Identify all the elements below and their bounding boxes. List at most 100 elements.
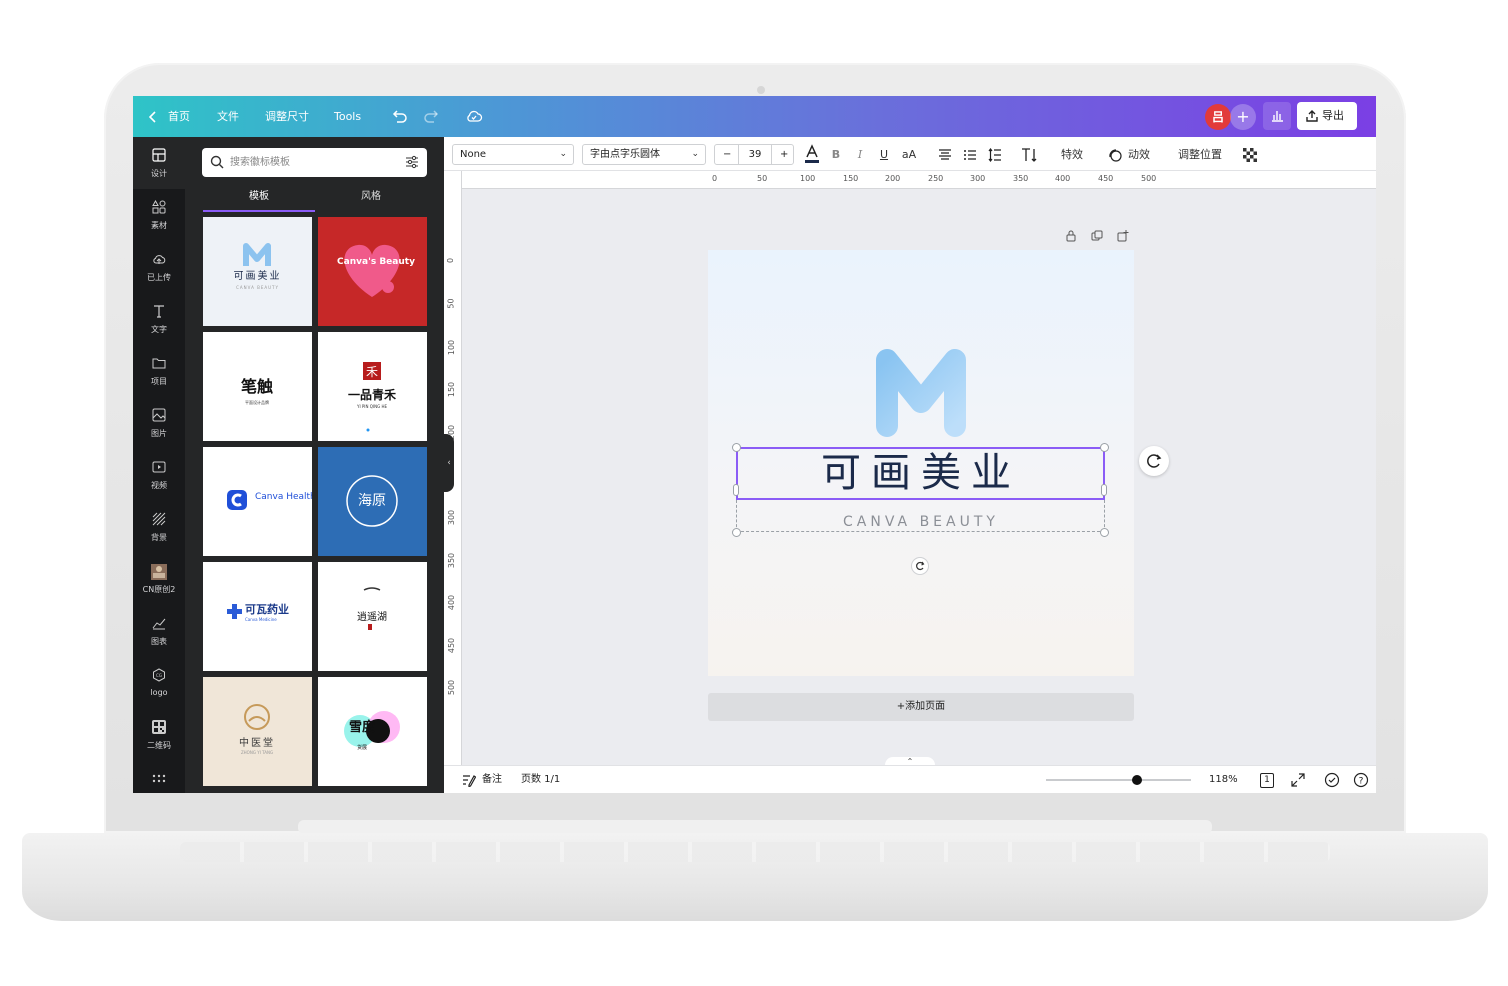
resize-handle[interactable] [732,443,741,452]
video-icon [152,461,166,473]
text-direction-button[interactable] [1020,144,1038,165]
align-button[interactable] [937,144,953,165]
resize-handle[interactable] [732,528,741,537]
italic-button[interactable]: I [854,144,866,165]
magic-refresh-button[interactable] [1139,446,1169,476]
cloud-save-icon[interactable] [465,107,483,125]
help-icon[interactable]: ? [1353,772,1369,788]
ruler-tick: 50 [757,174,768,183]
duplicate-page-icon[interactable] [1091,230,1103,242]
m-logo-icon[interactable] [873,346,969,438]
zoom-slider-knob[interactable] [1132,775,1142,785]
notes-button[interactable]: 备注 [482,766,502,793]
rail-item-background[interactable]: 背景 [133,501,185,553]
undo-icon[interactable] [390,107,408,125]
template-stamp: 禾 [366,365,378,379]
ruler-tick: 0 [446,257,456,264]
template-title: Canva Health [255,492,312,502]
text-selection-box[interactable] [736,447,1105,500]
ruler-tick: 500 [447,679,457,696]
font-size-stepper[interactable]: − 39 + [714,144,794,165]
collapse-panel-button[interactable]: ‹ [444,434,454,492]
zoom-level[interactable]: 118% [1209,766,1238,793]
tools-menu[interactable]: Tools [334,96,361,137]
template-title: 逍遥湖 [357,610,387,623]
file-menu[interactable]: 文件 [217,96,239,137]
insights-button[interactable] [1263,102,1291,130]
page-grid-button[interactable]: 1 [1260,773,1274,788]
zoom-slider[interactable] [1046,779,1191,781]
resize-handle[interactable] [1100,443,1109,452]
bold-button[interactable]: B [830,144,842,165]
top-bar: 首页 文件 调整尺寸 Tools 吕 + 导出 [133,96,1376,137]
rail-label: 二维码 [147,741,171,750]
template-thumb-yipinqinghe[interactable]: 禾 一品青禾 YI PIN QING HE [318,332,427,441]
transparency-button[interactable] [1242,144,1258,165]
position-button[interactable]: 调整位置 [1178,144,1222,165]
template-thumb-canva-beauty[interactable]: 可画美业 CANVA BEAUTY [203,217,312,326]
rail-item-videos[interactable]: 视频 [133,449,185,501]
rail-item-cn-original[interactable]: CN原创2 [133,553,185,605]
home-link[interactable]: 首页 [168,96,190,137]
effects-button[interactable]: 特效 [1060,144,1084,165]
rotate-handle[interactable] [911,557,929,575]
font-size-value[interactable]: 39 [739,145,771,164]
filter-icon[interactable] [405,155,419,169]
tab-styles[interactable]: 风格 [315,186,427,212]
rail-label: 图表 [151,637,167,646]
resize-handle[interactable] [733,484,739,496]
resize-menu[interactable]: 调整尺寸 [265,96,309,137]
rail-item-uploads[interactable]: 已上传 [133,241,185,293]
text-color-button[interactable] [804,144,820,165]
rail-item-design[interactable]: 设计 [133,137,185,189]
spacing-button[interactable] [987,144,1003,165]
template-thumb-canva-health[interactable]: Canva Health [203,447,312,556]
check-circle-icon[interactable] [1324,772,1340,788]
rail-item-photos[interactable]: 图片 [133,397,185,449]
resize-handle[interactable] [1100,528,1109,537]
horizontal-ruler[interactable]: 0 50 100 150 200 250 300 350 400 450 500 [462,171,1376,189]
rail-item-more-apps[interactable] [133,763,185,793]
transparency-icon [1243,148,1257,162]
app-screen: 首页 文件 调整尺寸 Tools 吕 + 导出 设计 素材 已上传 文字 项目 … [133,96,1376,793]
letter-case-button[interactable]: aA [900,144,918,165]
template-thumb-canvas-beauty-heart[interactable]: Canva's Beauty [318,217,427,326]
template-thumb-canva-medicine[interactable]: 可瓦药业 Canva Medicine [203,562,312,671]
rail-item-text[interactable]: 文字 [133,293,185,345]
font-family-select[interactable]: 字由点字乐圆体 ⌄ [582,144,706,165]
laptop-keyboard [180,842,1330,862]
rail-item-qrcode[interactable]: 二维码 [133,709,185,761]
fullscreen-icon[interactable] [1291,773,1305,787]
rail-item-elements[interactable]: 素材 [133,189,185,241]
template-subtitle: Canva Medicine [245,617,277,622]
user-avatar[interactable]: 吕 [1205,104,1231,130]
font-size-increase[interactable]: + [780,145,788,164]
rail-item-charts[interactable]: 图表 [133,605,185,657]
template-thumb-xiaoyaohu[interactable]: 逍遥湖 [318,562,427,671]
export-button[interactable]: 导出 [1297,102,1357,130]
style-select[interactable]: None ⌄ [452,144,574,165]
template-thumb-xuedu[interactable]: 雪度 货展 [318,677,427,786]
template-subtitle: ZHONG YI TANG [241,750,273,755]
animate-button[interactable]: 动效 [1108,144,1152,165]
add-collaborator-button[interactable]: + [1230,104,1256,130]
list-button[interactable] [962,144,978,165]
tab-templates[interactable]: 模板 [203,186,315,212]
resize-handle[interactable] [1101,484,1107,496]
template-thumb-zhongyitang[interactable]: 中医堂 ZHONG YI TANG [203,677,312,786]
rail-item-logo[interactable]: CG logo [133,657,185,709]
template-thumb-brushstroke[interactable]: 笔触 平面设计品牌 [203,332,312,441]
back-chevron-icon[interactable] [148,96,157,137]
font-size-decrease[interactable]: − [723,145,731,164]
add-page-button[interactable]: +添加页面 [708,693,1134,721]
template-search-input[interactable]: 搜索徽标模板 [202,148,427,177]
lock-icon[interactable] [1065,230,1077,242]
font-family-value: 字由点字乐圆体 [590,149,660,160]
rail-item-projects[interactable]: 项目 [133,345,185,397]
template-title: 可画美业 [234,269,282,282]
add-page-icon[interactable] [1117,230,1129,242]
underline-button[interactable]: U [878,144,890,165]
page-count[interactable]: 页数 1/1 [521,766,560,793]
redo-icon[interactable] [423,107,441,125]
template-thumb-haiyuan[interactable]: 海原 [318,447,427,556]
